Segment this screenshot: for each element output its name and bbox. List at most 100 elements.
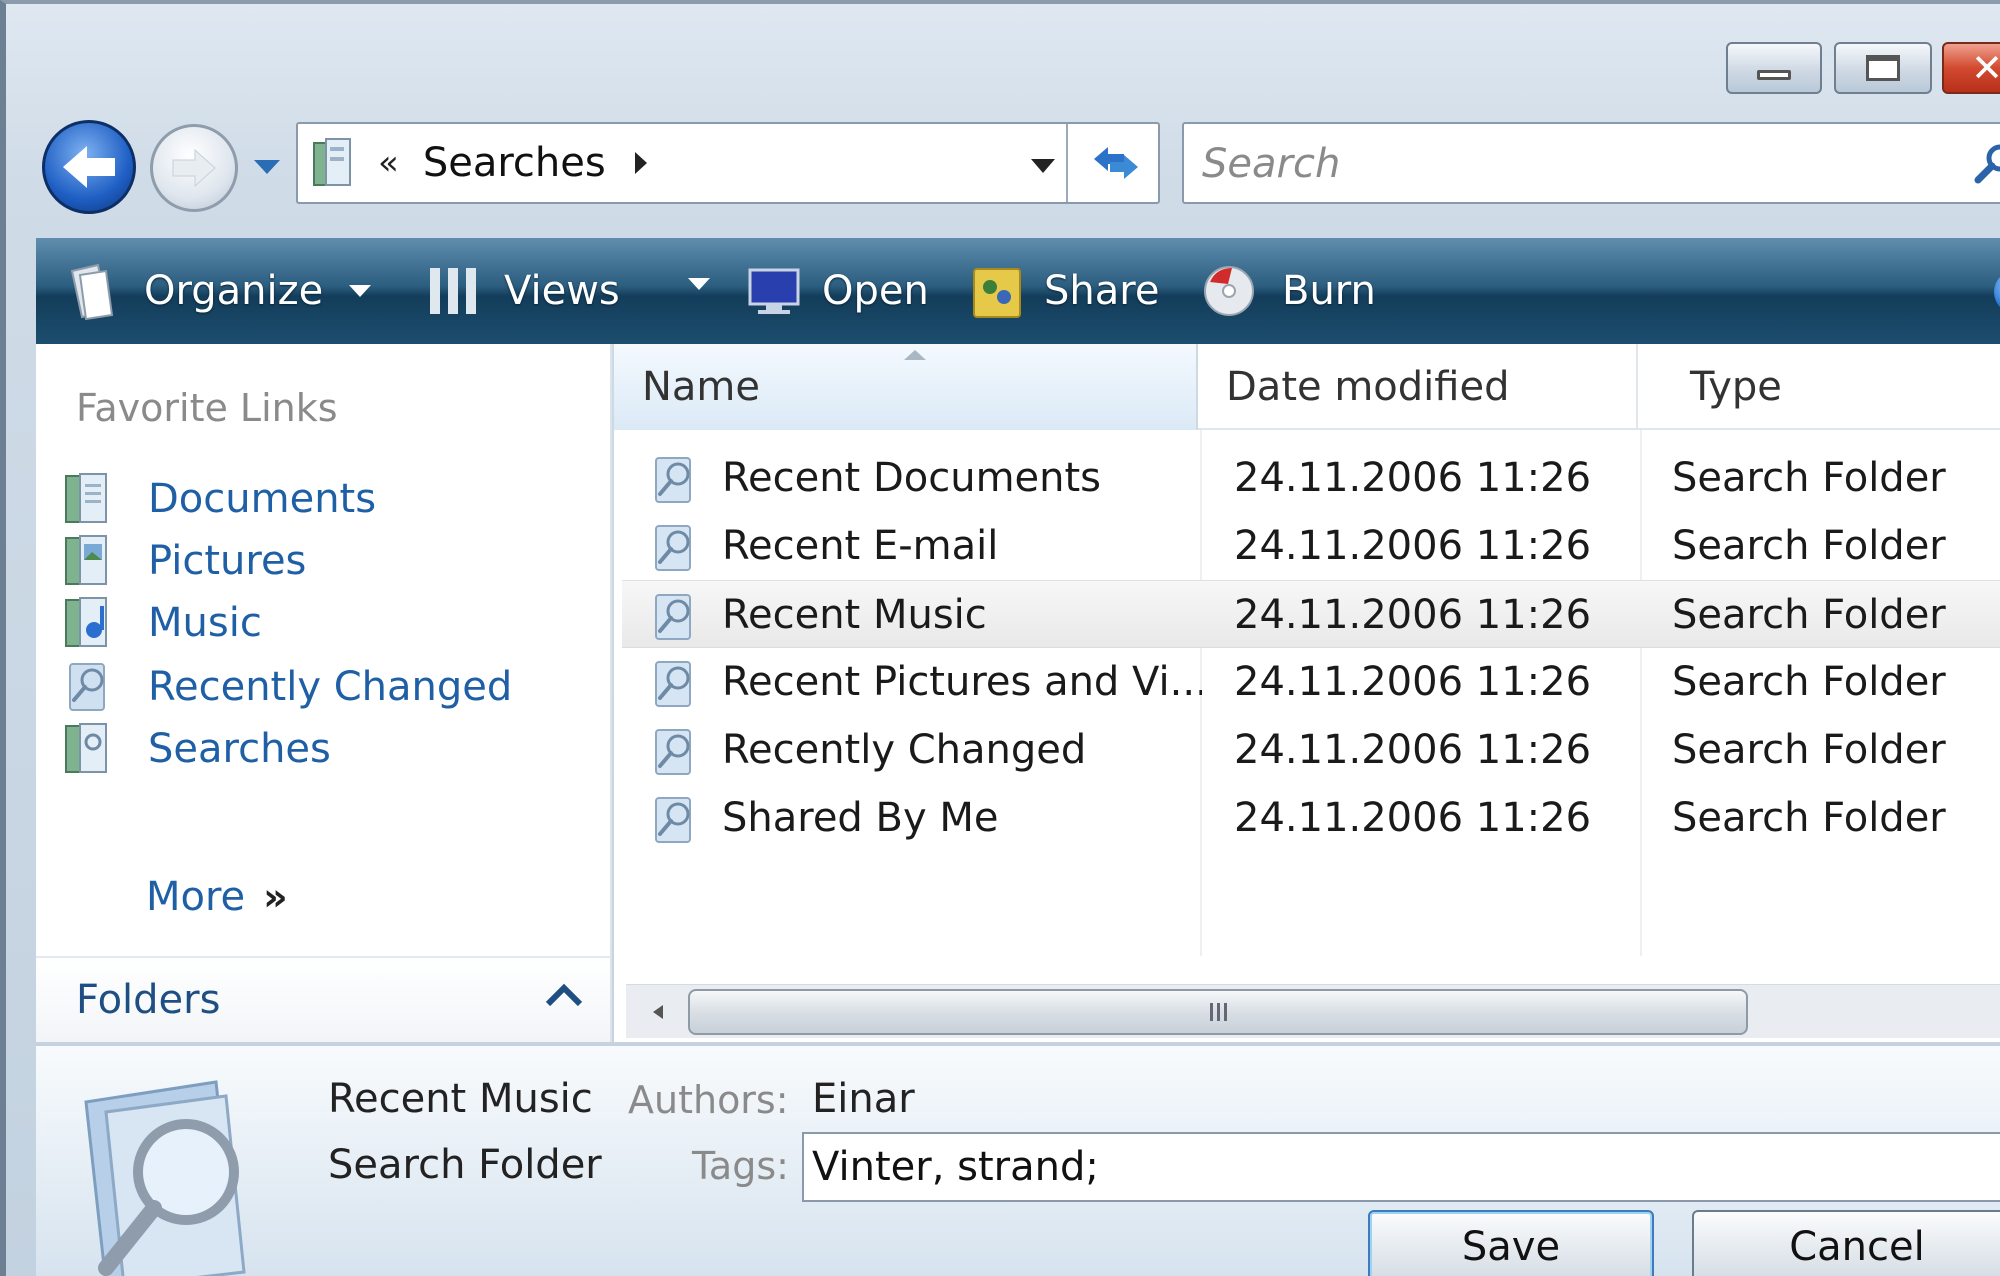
column-header-type[interactable]: Type bbox=[1640, 344, 2000, 430]
views-icon bbox=[430, 268, 476, 314]
refresh-icon bbox=[1094, 147, 1138, 179]
search-box[interactable] bbox=[1182, 122, 2000, 204]
breadcrumb-overflow-icon[interactable]: « bbox=[378, 143, 399, 183]
share-icon bbox=[973, 268, 1021, 318]
grip-line bbox=[1223, 1003, 1227, 1021]
chevron-up-icon[interactable] bbox=[544, 980, 584, 1010]
chevron-down-icon bbox=[1031, 159, 1055, 173]
documents-icon bbox=[65, 473, 107, 523]
search-input[interactable] bbox=[1202, 134, 1962, 194]
file-type: Search Folder bbox=[1672, 592, 1946, 638]
open-label: Open bbox=[822, 268, 929, 314]
organize-label: Organize bbox=[144, 268, 324, 314]
favorite-link-searches[interactable]: Searches bbox=[60, 716, 331, 782]
views-label: Views bbox=[504, 268, 620, 314]
open-button[interactable]: Open bbox=[746, 238, 929, 344]
back-arrow-icon bbox=[63, 146, 115, 188]
search-folder-icon bbox=[69, 663, 105, 711]
address-bar[interactable]: « Searches bbox=[296, 122, 1160, 204]
forward-arrow-icon bbox=[172, 148, 216, 188]
help-button[interactable]: ? bbox=[1994, 270, 2000, 314]
minimize-button[interactable] bbox=[1726, 42, 1822, 94]
search-folder-large-icon bbox=[84, 1080, 246, 1276]
column-header-name[interactable]: Name bbox=[614, 344, 1198, 430]
authors-value[interactable]: Einar bbox=[812, 1076, 915, 1122]
column-headers: Name Date modified Type bbox=[614, 344, 2000, 430]
folders-label: Folders bbox=[76, 977, 221, 1023]
searches-icon bbox=[65, 723, 107, 773]
maximize-button[interactable] bbox=[1834, 42, 1932, 94]
grip-line bbox=[1216, 1003, 1220, 1021]
file-name: Recent Documents bbox=[722, 455, 1102, 501]
forward-button[interactable] bbox=[150, 124, 238, 212]
burn-button[interactable]: Burn bbox=[1202, 238, 1376, 344]
views-button[interactable]: Views bbox=[426, 238, 620, 344]
file-name: Recent Pictures and Vi... bbox=[722, 659, 1202, 705]
breadcrumb-searches[interactable]: Searches bbox=[423, 140, 606, 186]
more-links-button[interactable]: More » bbox=[146, 874, 288, 920]
tags-input[interactable] bbox=[802, 1132, 2000, 1202]
favorite-link-documents[interactable]: Documents bbox=[60, 466, 376, 532]
recent-pages-dropdown[interactable] bbox=[250, 150, 284, 184]
file-name: Recent Music bbox=[722, 592, 987, 638]
file-date-modified: 24.11.2006 11:26 bbox=[1234, 659, 1592, 705]
burn-label: Burn bbox=[1282, 268, 1376, 314]
file-name: Recent E-mail bbox=[722, 523, 999, 569]
search-folder-icon bbox=[655, 594, 691, 640]
favorite-link-music[interactable]: Music bbox=[60, 590, 262, 656]
command-bar: Organize Views Open Share Burn bbox=[36, 238, 2000, 344]
refresh-button[interactable] bbox=[1074, 124, 1158, 202]
favorite-link-recently-changed[interactable]: Recently Changed bbox=[60, 654, 512, 720]
close-button[interactable]: ✕ bbox=[1942, 42, 2000, 94]
file-type: Search Folder bbox=[1672, 659, 1946, 705]
table-row[interactable]: Recent Documents 24.11.2006 11:26 Search F… bbox=[622, 444, 2000, 512]
search-icon[interactable] bbox=[1974, 142, 2000, 186]
favorite-link-label: Recently Changed bbox=[148, 664, 513, 710]
file-date-modified: 24.11.2006 11:26 bbox=[1234, 592, 1592, 638]
grip-line bbox=[1209, 1003, 1213, 1021]
scrollbar-thumb[interactable] bbox=[688, 989, 1748, 1035]
column-header-date-label: Date modified bbox=[1226, 364, 1510, 410]
sort-ascending-icon bbox=[904, 350, 926, 360]
favorite-link-pictures[interactable]: Pictures bbox=[60, 528, 306, 594]
views-dropdown-icon[interactable] bbox=[686, 276, 712, 292]
folders-bar[interactable]: Folders bbox=[36, 956, 610, 1042]
breadcrumb-arrow-icon[interactable] bbox=[632, 150, 650, 176]
scroll-left-button[interactable] bbox=[640, 995, 676, 1029]
column-header-date-modified[interactable]: Date modified bbox=[1200, 344, 1638, 430]
table-row[interactable]: Recent Pictures and Vi... 24.11.2006 11:2… bbox=[622, 648, 2000, 716]
table-row[interactable]: Recently Changed 24.11.2006 11:26 Search F… bbox=[622, 716, 2000, 784]
favorite-link-label: Documents bbox=[148, 476, 377, 522]
share-button[interactable]: Share bbox=[972, 238, 1159, 344]
navigation-pane: Favorite Links Documents Pictures Music … bbox=[36, 344, 612, 1042]
close-icon: ✕ bbox=[1971, 46, 2000, 90]
pictures-icon bbox=[65, 535, 107, 585]
file-name: Shared By Me bbox=[722, 795, 999, 841]
authors-label: Authors: bbox=[628, 1078, 789, 1122]
cancel-button[interactable]: Cancel bbox=[1692, 1210, 2000, 1276]
arrow-left-icon bbox=[653, 1005, 663, 1019]
file-date-modified: 24.11.2006 11:26 bbox=[1234, 795, 1592, 841]
table-row[interactable]: Shared By Me 24.11.2006 11:26 Search Folde… bbox=[622, 784, 2000, 852]
details-item-name: Recent Music bbox=[328, 1076, 593, 1122]
open-icon bbox=[748, 268, 800, 314]
back-button[interactable] bbox=[42, 120, 136, 214]
double-chevron-right-icon: » bbox=[263, 875, 288, 919]
table-row[interactable]: Recent E-mail 24.11.2006 11:26 Search Fold… bbox=[622, 512, 2000, 580]
address-dropdown[interactable] bbox=[1016, 146, 1070, 186]
horizontal-scrollbar[interactable] bbox=[626, 984, 2000, 1038]
tags-label: Tags: bbox=[692, 1144, 789, 1188]
maximize-icon bbox=[1866, 55, 1900, 81]
minimize-icon bbox=[1757, 70, 1791, 80]
more-label: More bbox=[146, 874, 246, 920]
search-folder-icon bbox=[655, 457, 691, 503]
favorite-links-title: Favorite Links bbox=[76, 386, 338, 430]
search-folder-icon bbox=[655, 661, 691, 707]
column-header-name-label: Name bbox=[642, 364, 761, 410]
details-item-type: Search Folder bbox=[328, 1142, 602, 1188]
organize-button[interactable]: Organize bbox=[68, 238, 373, 344]
table-row[interactable]: Recent Music 24.11.2006 11:26 Search Folde… bbox=[622, 580, 2000, 648]
save-button[interactable]: Save bbox=[1368, 1210, 1654, 1276]
file-type: Search Folder bbox=[1672, 523, 1946, 569]
file-date-modified: 24.11.2006 11:26 bbox=[1234, 455, 1592, 501]
